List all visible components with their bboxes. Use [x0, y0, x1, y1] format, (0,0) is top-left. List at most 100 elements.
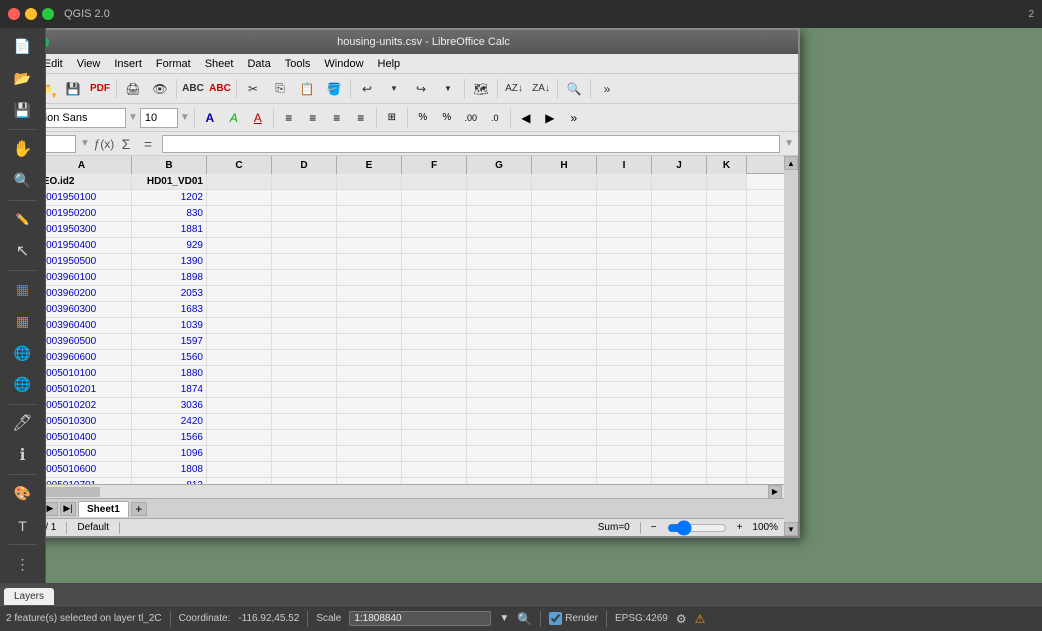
cell-a-1[interactable]: GEO.id2 — [46, 174, 132, 189]
cell-f-17[interactable] — [402, 430, 467, 445]
cell-j-8[interactable] — [652, 286, 707, 301]
col-header-k[interactable]: K — [707, 156, 747, 174]
cell-e-13[interactable] — [337, 366, 402, 381]
menu-tools[interactable]: Tools — [279, 56, 317, 72]
col-header-d[interactable]: D — [272, 156, 337, 174]
cell-f-4[interactable] — [402, 222, 467, 237]
scroll-thumb[interactable] — [46, 487, 100, 497]
cell-j-13[interactable] — [652, 366, 707, 381]
cell-h-16[interactable] — [532, 414, 597, 429]
cell-h-8[interactable] — [532, 286, 597, 301]
table-row[interactable]: 10 53003960400 1039 — [46, 318, 784, 334]
cell-f-13[interactable] — [402, 366, 467, 381]
cell-c-4[interactable] — [207, 222, 272, 237]
cell-i-6[interactable] — [597, 254, 652, 269]
cell-b-5[interactable]: 929 — [132, 238, 207, 253]
percent-btn[interactable]: % — [436, 108, 458, 128]
add-wms-layer[interactable]: 🌐 — [7, 338, 39, 368]
cell-g-6[interactable] — [467, 254, 532, 269]
cell-ref-dropdown[interactable]: ▼ — [80, 138, 90, 149]
cell-d-15[interactable] — [272, 398, 337, 413]
zoom-in-tool[interactable]: 🔍 — [7, 166, 39, 196]
cell-i-13[interactable] — [597, 366, 652, 381]
table-row[interactable]: 12 53003960600 1560 — [46, 350, 784, 366]
currency-btn[interactable]: % — [412, 108, 434, 128]
cell-f-3[interactable] — [402, 206, 467, 221]
table-row[interactable]: 9 53003960300 1683 — [46, 302, 784, 318]
sheet-tab-1[interactable]: Sheet1 — [78, 501, 129, 517]
menu-data[interactable]: Data — [241, 56, 276, 72]
table-row[interactable]: 7 53003960100 1898 — [46, 270, 784, 286]
decimal-less-btn[interactable]: .0 — [484, 108, 506, 128]
table-row[interactable]: 11 53003960500 1597 — [46, 334, 784, 350]
cell-e-17[interactable] — [337, 430, 402, 445]
cell-reference-input[interactable] — [46, 135, 76, 153]
cell-d-14[interactable] — [272, 382, 337, 397]
cell-e-11[interactable] — [337, 334, 402, 349]
cell-h-7[interactable] — [532, 270, 597, 285]
cell-f-1[interactable] — [402, 174, 467, 189]
cell-b-14[interactable]: 1874 — [132, 382, 207, 397]
cell-j-1[interactable] — [652, 174, 707, 189]
horizontal-scrollbar[interactable]: ◀ ▶ — [46, 484, 784, 498]
col-header-g[interactable]: G — [467, 156, 532, 174]
formula-eq-icon[interactable]: = — [138, 135, 158, 153]
cell-k-14[interactable] — [707, 382, 747, 397]
undo-btn[interactable]: ↩ — [354, 77, 380, 101]
render-checkbox[interactable] — [549, 612, 562, 625]
cell-f-18[interactable] — [402, 446, 467, 461]
cell-b-2[interactable]: 1202 — [132, 190, 207, 205]
cell-b-12[interactable]: 1560 — [132, 350, 207, 365]
cell-j-6[interactable] — [652, 254, 707, 269]
add-wfs-layer[interactable]: 🌐 — [7, 370, 39, 400]
cell-a-12[interactable]: 53003960600 — [46, 350, 132, 365]
col-header-a[interactable]: A — [46, 156, 132, 174]
cell-j-7[interactable] — [652, 270, 707, 285]
align-left-btn[interactable]: ≡ — [278, 108, 300, 128]
scale-input[interactable] — [349, 611, 491, 626]
cell-f-9[interactable] — [402, 302, 467, 317]
cell-h-14[interactable] — [532, 382, 597, 397]
cell-j-5[interactable] — [652, 238, 707, 253]
cell-d-4[interactable] — [272, 222, 337, 237]
cell-e-18[interactable] — [337, 446, 402, 461]
cell-j-19[interactable] — [652, 462, 707, 477]
cell-e-4[interactable] — [337, 222, 402, 237]
cell-h-2[interactable] — [532, 190, 597, 205]
cell-d-1[interactable] — [272, 174, 337, 189]
cell-e-19[interactable] — [337, 462, 402, 477]
menu-format[interactable]: Format — [150, 56, 197, 72]
cell-b-16[interactable]: 2420 — [132, 414, 207, 429]
qgis-close-button[interactable] — [8, 8, 20, 20]
cell-k-17[interactable] — [707, 430, 747, 445]
cell-g-8[interactable] — [467, 286, 532, 301]
cell-i-12[interactable] — [597, 350, 652, 365]
cell-j-15[interactable] — [652, 398, 707, 413]
function-wizard-icon[interactable]: ƒ(x) — [94, 135, 114, 153]
cell-a-17[interactable]: 53005010400 — [46, 430, 132, 445]
cell-g-17[interactable] — [467, 430, 532, 445]
cell-g-11[interactable] — [467, 334, 532, 349]
cell-a-9[interactable]: 53003960300 — [46, 302, 132, 317]
scroll-right-btn[interactable]: ▶ — [768, 485, 782, 499]
formula-dropdown[interactable]: ▼ — [784, 138, 794, 149]
qgis-tab-layers[interactable]: Layers — [4, 588, 54, 605]
sort-asc-btn[interactable]: AZ↓ — [501, 77, 527, 101]
cell-b-8[interactable]: 2053 — [132, 286, 207, 301]
cell-i-16[interactable] — [597, 414, 652, 429]
cell-a-4[interactable]: 53001950300 — [46, 222, 132, 237]
epsg-settings-icon[interactable]: ⚙ — [676, 612, 687, 626]
table-row[interactable]: 4 53001950300 1881 — [46, 222, 784, 238]
decimal-more-btn[interactable]: .00 — [460, 108, 482, 128]
col-header-i[interactable]: I — [597, 156, 652, 174]
cell-b-10[interactable]: 1039 — [132, 318, 207, 333]
cell-h-5[interactable] — [532, 238, 597, 253]
col-header-e[interactable]: E — [337, 156, 402, 174]
cell-a-16[interactable]: 53005010300 — [46, 414, 132, 429]
cell-f-14[interactable] — [402, 382, 467, 397]
cell-f-10[interactable] — [402, 318, 467, 333]
cell-b-17[interactable]: 1566 — [132, 430, 207, 445]
cell-d-7[interactable] — [272, 270, 337, 285]
cell-i-3[interactable] — [597, 206, 652, 221]
cell-i-11[interactable] — [597, 334, 652, 349]
